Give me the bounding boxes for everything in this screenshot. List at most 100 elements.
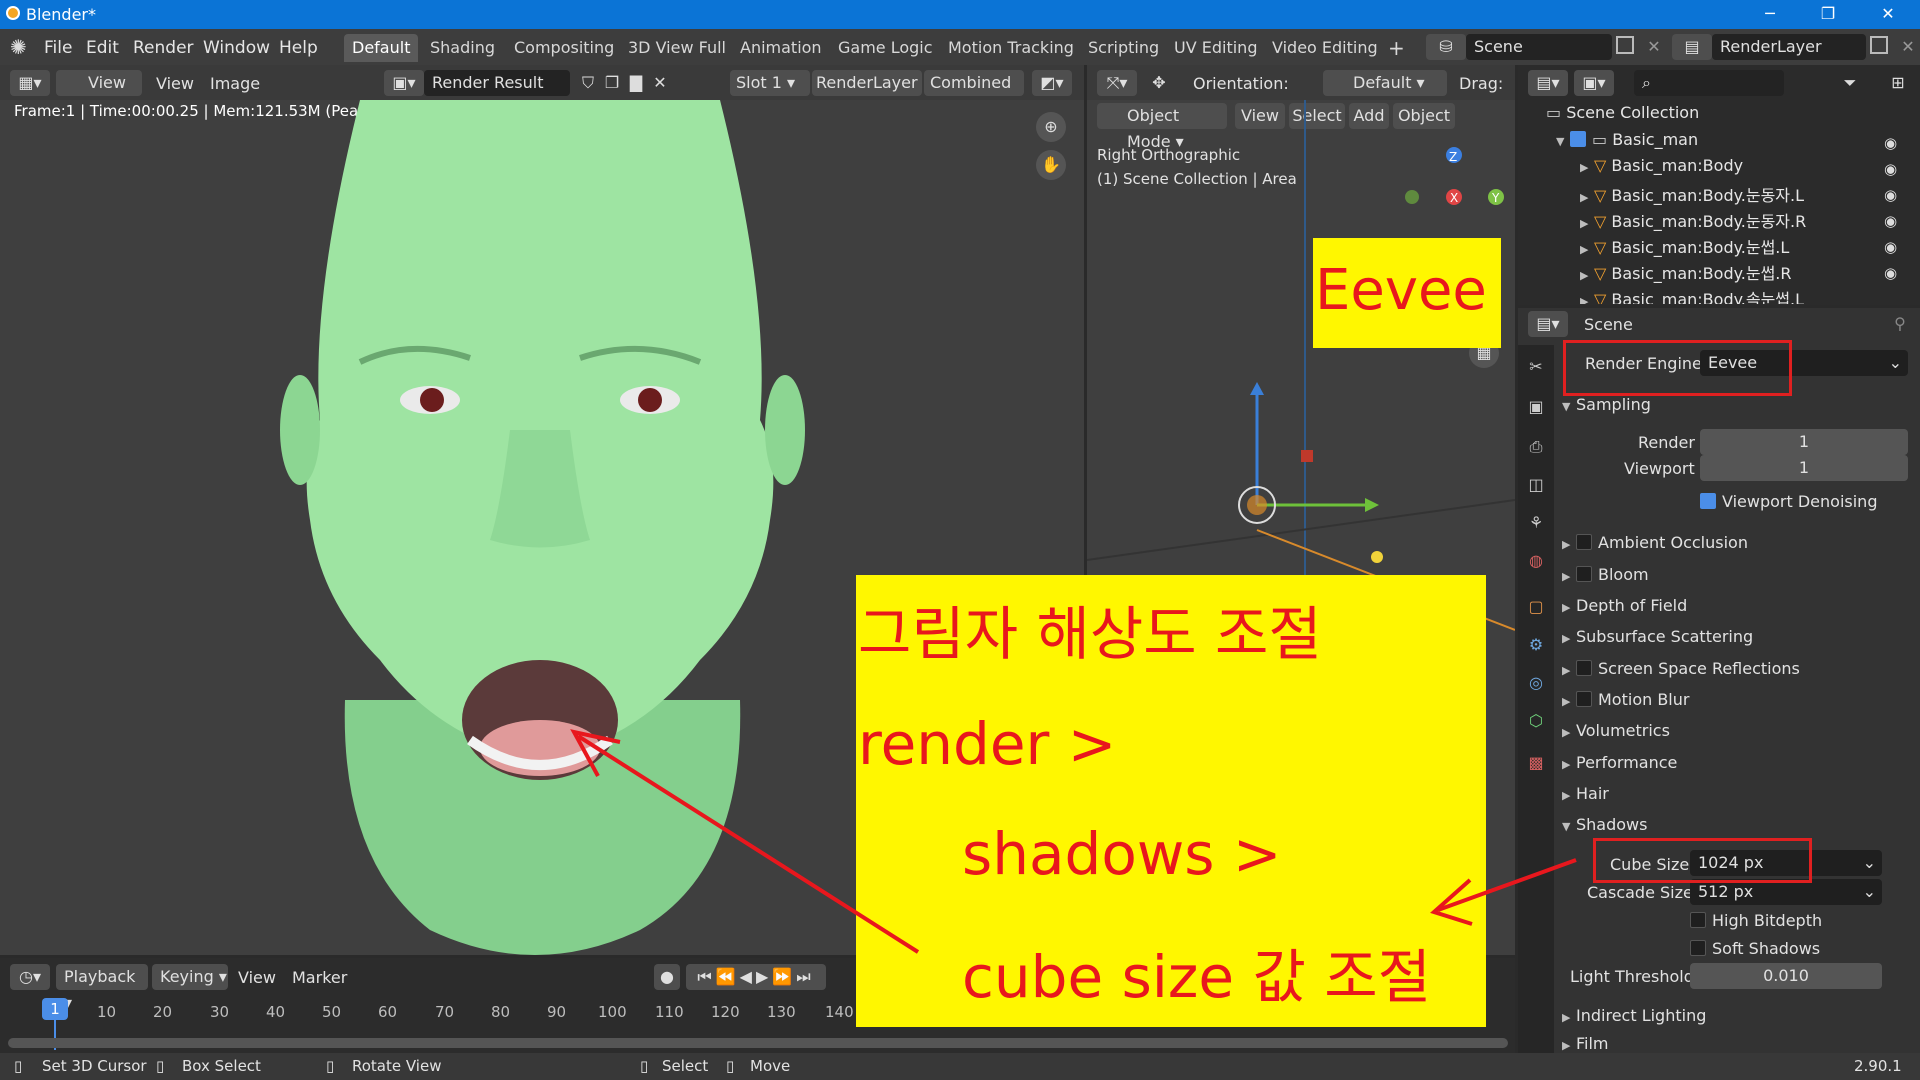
material-tab-icon[interactable]: ▩ — [1524, 751, 1548, 775]
view-mode-dropdown[interactable]: View — [56, 70, 142, 96]
display-mode-icon[interactable]: ▣▾ — [1574, 70, 1614, 96]
viewport-denoising-checkbox[interactable]: Viewport Denoising — [1700, 492, 1877, 511]
subsurface-scattering-panel[interactable]: ▶ Subsurface Scattering — [1562, 627, 1753, 646]
visibility-eye-icon[interactable]: ◉ ◉ ◉ ◉ ◉ ◉ — [1884, 130, 1897, 286]
modifier-tab-icon[interactable]: ⚙ — [1524, 633, 1548, 657]
menu-edit[interactable]: Edit — [86, 38, 119, 58]
outliner-item-pupil-l[interactable]: ▶ ▽ Basic_man:Body.눈동자.L — [1580, 182, 1804, 206]
data-tab-icon[interactable]: ⬡ — [1524, 709, 1548, 733]
copy-layer-icon[interactable] — [1870, 36, 1888, 54]
pan-hand-icon[interactable]: ✋ — [1036, 150, 1066, 180]
zoom-icon[interactable]: ⊕ — [1036, 112, 1066, 142]
viewport-samples-field[interactable]: 1 — [1700, 455, 1908, 481]
current-frame-indicator[interactable]: 1 — [42, 998, 68, 1020]
hair-panel[interactable]: ▶ Hair — [1562, 784, 1609, 803]
view-layer-selector-icon[interactable]: ▤ — [1672, 34, 1712, 60]
physics-tab-icon[interactable]: ◎ — [1524, 671, 1548, 695]
ambient-occlusion-panel[interactable]: ▶ Ambient Occlusion — [1562, 533, 1748, 552]
outliner-item-pupil-r[interactable]: ▶ ▽ Basic_man:Body.눈동자.R — [1580, 208, 1806, 232]
render-samples-field[interactable]: 1 — [1700, 429, 1908, 455]
blender-menu-icon[interactable]: ✺ — [10, 35, 34, 59]
menu-image[interactable]: Image — [210, 74, 260, 93]
tab-uv-editing[interactable]: UV Editing — [1166, 34, 1265, 62]
close-button[interactable]: ✕ — [1868, 2, 1908, 26]
high-bitdepth-checkbox[interactable]: High Bitdepth — [1690, 911, 1822, 930]
performance-panel[interactable]: ▶ Performance — [1562, 753, 1677, 772]
playback-controls[interactable]: ⏮⏪◀▶⏩⏭ — [686, 964, 826, 990]
scene-tab-icon[interactable]: ⚘ — [1524, 511, 1548, 535]
outliner-item-lash-l[interactable]: ▶ ▽ Basic_man:Body.속눈썹.L — [1580, 286, 1804, 304]
filter-icon[interactable]: ⏷ — [1838, 71, 1862, 95]
light-threshold-field[interactable]: 0.010 — [1690, 963, 1882, 989]
display-channels-icon[interactable]: ◩▾ — [1032, 70, 1072, 96]
render-layer-field[interactable]: RenderLayer — [1712, 34, 1866, 60]
menu-help[interactable]: Help — [279, 38, 318, 58]
close-scene-icon[interactable]: ✕ — [1642, 35, 1666, 59]
tab-compositing[interactable]: Compositing — [506, 34, 622, 62]
object-tab-icon[interactable]: ▢ — [1524, 595, 1548, 619]
minimize-button[interactable]: ─ — [1750, 2, 1790, 26]
slot-dropdown[interactable]: Slot 1 ▾ — [730, 70, 810, 96]
volumetrics-panel[interactable]: ▶ Volumetrics — [1562, 721, 1670, 740]
sampling-panel-header[interactable]: ▼ Sampling — [1562, 395, 1651, 414]
move-gizmo-icon[interactable]: ✥ — [1147, 71, 1171, 95]
keying-dropdown[interactable]: Keying ▾ — [152, 964, 228, 990]
menu-file[interactable]: File — [44, 38, 72, 58]
copy-scene-icon[interactable] — [1616, 36, 1634, 54]
timeline-editor-icon[interactable]: ◷▾ — [10, 964, 50, 990]
view-layer-tab-icon[interactable]: ◫ — [1524, 473, 1548, 497]
timeline-marker-menu[interactable]: Marker — [292, 968, 347, 987]
tab-motion-tracking[interactable]: Motion Tracking — [940, 34, 1082, 62]
tab-default[interactable]: Default — [344, 34, 419, 62]
editor-type-icon[interactable]: ▦▾ — [10, 70, 50, 96]
scene-selector-icon[interactable]: ⛁ — [1426, 34, 1466, 60]
soft-shadows-checkbox[interactable]: Soft Shadows — [1690, 939, 1820, 958]
outliner-item-basic-man[interactable]: ▼ ▭ Basic_man — [1556, 130, 1698, 149]
playback-dropdown[interactable]: Playback ▾ — [56, 964, 148, 1012]
tab-game-logic[interactable]: Game Logic — [830, 34, 941, 62]
close-layer-icon[interactable]: ✕ — [1896, 35, 1920, 59]
screen-space-reflections-panel[interactable]: ▶ Screen Space Reflections — [1562, 659, 1800, 678]
open-folder-icon[interactable]: ▇ — [624, 71, 648, 95]
shadows-panel-header[interactable]: ▼ Shadows — [1562, 815, 1647, 834]
film-panel[interactable]: ▶ Film — [1562, 1034, 1609, 1052]
image-browse-icon[interactable]: ▣▾ — [384, 70, 424, 96]
outliner-editor-icon[interactable]: ▤▾ — [1528, 70, 1568, 96]
timeline-scrollbar[interactable] — [8, 1038, 1508, 1048]
motion-blur-panel[interactable]: ▶ Motion Blur — [1562, 690, 1689, 709]
new-collection-icon[interactable]: ⊞ — [1886, 71, 1910, 95]
render-tab-icon[interactable]: ▣ — [1524, 395, 1548, 419]
tab-scripting[interactable]: Scripting — [1080, 34, 1167, 62]
fake-user-shield-icon[interactable]: ⛉ — [576, 71, 600, 95]
record-button[interactable]: ● — [654, 964, 680, 990]
tab-animation[interactable]: Animation — [732, 34, 830, 62]
properties-editor-icon[interactable]: ▤▾ — [1528, 311, 1568, 337]
outliner-search-input[interactable]: ⌕ — [1634, 70, 1784, 96]
timeline-view-menu[interactable]: View — [238, 968, 276, 987]
depth-of-field-panel[interactable]: ▶ Depth of Field — [1562, 596, 1687, 615]
new-image-icon[interactable]: ❐ — [600, 71, 624, 95]
outliner-item-brow-l[interactable]: ▶ ▽ Basic_man:Body.눈썹.L — [1580, 234, 1789, 258]
pass-dropdown[interactable]: Combined ▾ — [924, 70, 1024, 118]
menu-render[interactable]: Render — [133, 38, 194, 58]
tool-tab-icon[interactable]: ✂ — [1524, 355, 1548, 379]
transform-pivot-icon[interactable]: ⤧▾ — [1097, 70, 1137, 96]
maximize-button[interactable]: ❐ — [1808, 2, 1848, 26]
outliner-item-brow-r[interactable]: ▶ ▽ Basic_man:Body.눈썹.R — [1580, 260, 1792, 284]
orientation-dropdown[interactable]: Default ▾ — [1323, 70, 1447, 96]
image-name-field[interactable]: Render Result — [424, 70, 570, 96]
world-tab-icon[interactable]: ◍ — [1524, 549, 1548, 573]
output-tab-icon[interactable]: ⎙ — [1524, 435, 1548, 459]
add-workspace-button[interactable]: + — [1380, 34, 1413, 62]
tab-shading[interactable]: Shading — [422, 34, 503, 62]
pin-icon[interactable]: ⚲ — [1888, 312, 1912, 336]
outliner-root[interactable]: ▭ Scene Collection — [1546, 103, 1699, 122]
bloom-panel[interactable]: ▶ Bloom — [1562, 565, 1649, 584]
scene-name-field[interactable]: Scene — [1466, 34, 1612, 60]
indirect-lighting-panel[interactable]: ▶ Indirect Lighting — [1562, 1006, 1706, 1025]
menu-view[interactable]: View — [156, 74, 194, 93]
tab-3d-view-full[interactable]: 3D View Full — [620, 34, 734, 62]
layer-dropdown[interactable]: RenderLayer ▾ — [812, 70, 922, 118]
menu-window[interactable]: Window — [203, 38, 270, 58]
tab-video-editing[interactable]: Video Editing — [1264, 34, 1386, 62]
